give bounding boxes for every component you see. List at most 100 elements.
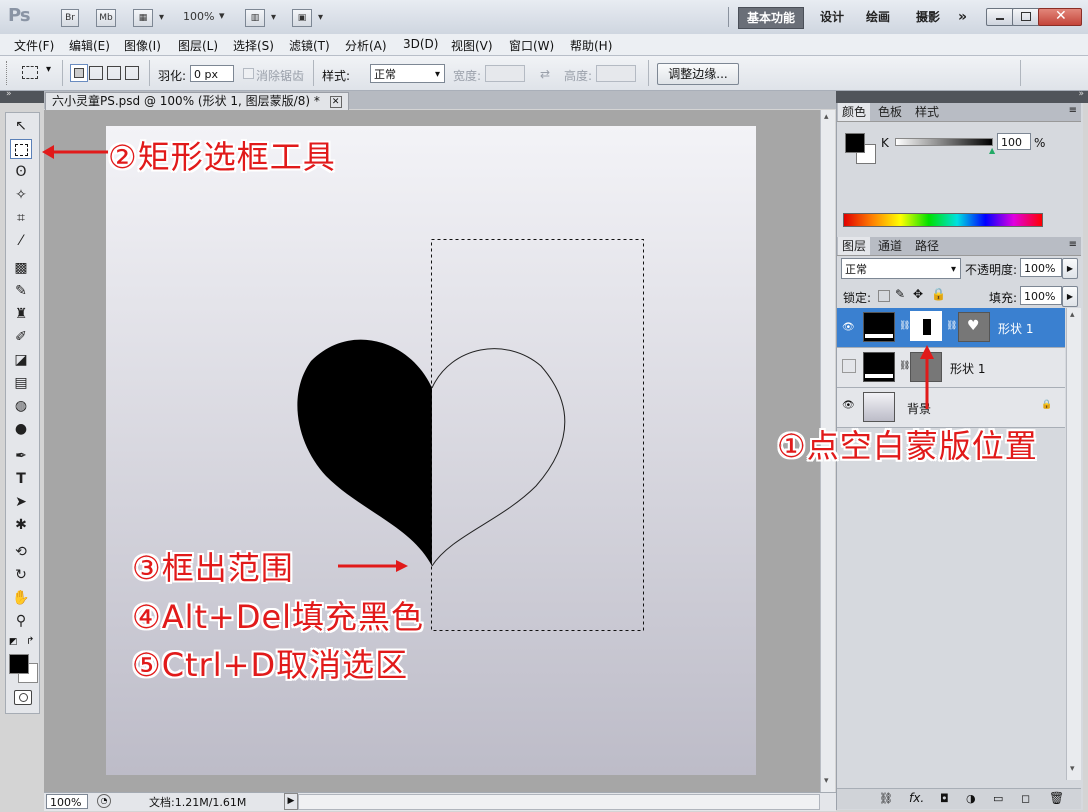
blur-tool-icon[interactable]: ◍ bbox=[10, 396, 32, 416]
vector-mask-thumbnail[interactable]: ♥ bbox=[958, 312, 990, 342]
lock-all-icon[interactable]: 🔒 bbox=[931, 287, 946, 301]
view-extras-button[interactable]: ▦ bbox=[133, 9, 164, 27]
opacity-input[interactable]: 100% bbox=[1020, 258, 1062, 277]
layer-mask-thumbnail[interactable] bbox=[910, 311, 942, 341]
add-mask-icon[interactable]: ◘ bbox=[940, 792, 949, 805]
opacity-slider-button[interactable]: ▶ bbox=[1062, 258, 1078, 279]
hand-tool-icon[interactable]: ✋ bbox=[10, 588, 32, 608]
intersect-selection-button[interactable] bbox=[125, 66, 139, 80]
lock-position-icon[interactable]: ✥ bbox=[913, 287, 923, 301]
link-icon[interactable]: ⛓ bbox=[899, 321, 910, 331]
tool-preset-picker[interactable] bbox=[22, 66, 38, 79]
layers-scrollbar[interactable]: ▴ ▾ bbox=[1066, 308, 1081, 780]
link-layers-icon[interactable]: ⛓ bbox=[879, 792, 893, 805]
add-to-selection-button[interactable] bbox=[89, 66, 103, 80]
menu-3d[interactable]: 3D(D) bbox=[403, 37, 438, 51]
collapse-icon[interactable]: » bbox=[6, 89, 12, 99]
new-layer-icon[interactable]: ◻ bbox=[1021, 792, 1030, 805]
foreground-color-swatch-top[interactable] bbox=[9, 654, 29, 674]
link-icon[interactable]: ⛓ bbox=[946, 321, 957, 331]
visibility-toggle-empty[interactable] bbox=[842, 359, 856, 373]
minimize-button[interactable] bbox=[986, 8, 1014, 26]
default-colors-icon[interactable]: ◩ bbox=[9, 637, 18, 647]
menu-select[interactable]: 选择(S) bbox=[233, 37, 274, 54]
chevron-down-icon[interactable]: ▾ bbox=[219, 9, 225, 22]
eraser-tool-icon[interactable]: ◪ bbox=[10, 350, 32, 370]
workspace-photography[interactable]: 摄影 bbox=[908, 7, 948, 27]
layer-row-shape1[interactable]: ⛓ 形状 1 bbox=[837, 348, 1065, 388]
document-tab[interactable]: 六小灵童PS.psd @ 100% (形状 1, 图层蒙版/8) * ✕ bbox=[45, 92, 349, 110]
new-group-icon[interactable]: ▭ bbox=[993, 792, 1003, 805]
menu-layer[interactable]: 图层(L) bbox=[178, 37, 218, 54]
arrange-documents-button[interactable]: ▥ bbox=[245, 9, 276, 27]
3d-orbit-tool-icon[interactable]: ↻ bbox=[10, 565, 32, 585]
layer-thumbnail[interactable] bbox=[863, 392, 895, 422]
screen-mode-button[interactable]: ▣ bbox=[292, 9, 323, 27]
feather-input[interactable]: 0 px bbox=[190, 65, 234, 82]
layer-name[interactable]: 形状 1 bbox=[950, 360, 985, 377]
layer-thumbnail[interactable] bbox=[863, 312, 895, 342]
zoom-level-select[interactable]: 100% bbox=[183, 10, 214, 23]
scroll-up-icon[interactable]: ▴ bbox=[1070, 310, 1075, 320]
menu-filter[interactable]: 滤镜(T) bbox=[289, 37, 330, 54]
layer-thumbnail[interactable] bbox=[863, 352, 895, 382]
menu-edit[interactable]: 编辑(E) bbox=[69, 37, 110, 54]
refine-edge-button[interactable]: 调整边缘... bbox=[657, 63, 739, 85]
zoom-tool-icon[interactable]: ⚲ bbox=[10, 611, 32, 631]
spot-healing-tool-icon[interactable]: ▩ bbox=[10, 258, 32, 278]
menu-window[interactable]: 窗口(W) bbox=[509, 37, 554, 54]
dodge-tool-icon[interactable]: ● bbox=[10, 419, 32, 439]
restore-button[interactable] bbox=[1012, 8, 1040, 26]
custom-shape-tool-icon[interactable]: ✱ bbox=[10, 515, 32, 535]
fill-input[interactable]: 100% bbox=[1020, 286, 1062, 305]
move-tool-icon[interactable]: ↖ bbox=[10, 116, 32, 136]
workspace-design[interactable]: 设计 bbox=[812, 7, 852, 27]
eyedropper-tool-icon[interactable]: ⁄ bbox=[10, 231, 32, 251]
tab-layers[interactable]: 图层 bbox=[838, 237, 871, 255]
panel-menu-icon[interactable]: ≡ bbox=[1069, 105, 1077, 116]
eye-icon[interactable]: 👁 bbox=[842, 322, 855, 333]
antialias-checkbox[interactable] bbox=[243, 68, 254, 79]
3d-rotate-tool-icon[interactable]: ⟲ bbox=[10, 542, 32, 562]
k-slider-thumb[interactable]: ▲ bbox=[989, 146, 995, 155]
brush-tool-icon[interactable]: ✎ bbox=[10, 281, 32, 301]
gradient-tool-icon[interactable]: ▤ bbox=[10, 373, 32, 393]
status-zoom-input[interactable]: 100% bbox=[46, 794, 88, 809]
close-window-button[interactable]: ✕ bbox=[1038, 8, 1082, 26]
horizontal-scrollbar[interactable] bbox=[298, 794, 820, 810]
tab-channels[interactable]: 通道 bbox=[874, 237, 906, 255]
scroll-down-icon[interactable]: ▾ bbox=[824, 776, 829, 786]
history-brush-tool-icon[interactable]: ✐ bbox=[10, 327, 32, 347]
eye-icon[interactable]: 👁 bbox=[842, 400, 855, 411]
close-icon[interactable]: ✕ bbox=[329, 96, 342, 108]
swap-icon[interactable]: ⇄ bbox=[540, 67, 550, 81]
crop-tool-icon[interactable]: ⌗ bbox=[10, 208, 32, 228]
blend-mode-select[interactable]: 正常 ▾ bbox=[841, 258, 961, 279]
more-workspaces-button[interactable]: » bbox=[950, 7, 975, 27]
quick-mask-button[interactable] bbox=[14, 690, 32, 705]
fx-icon[interactable]: fx. bbox=[909, 791, 924, 805]
workspace-painting[interactable]: 绘画 bbox=[858, 7, 898, 27]
workspace-essentials[interactable]: 基本功能 bbox=[738, 7, 805, 29]
status-menu-arrow-icon[interactable]: ▶ bbox=[284, 793, 298, 810]
height-input[interactable] bbox=[596, 65, 636, 82]
rectangular-marquee-tool-icon[interactable] bbox=[10, 139, 32, 159]
link-icon[interactable]: ⛓ bbox=[899, 361, 910, 371]
collapse-panels-icon[interactable]: » bbox=[1078, 89, 1084, 99]
layer-name[interactable]: 形状 1 bbox=[998, 320, 1033, 337]
mini-bridge-button[interactable]: Mb bbox=[96, 9, 116, 27]
lock-transparent-icon[interactable] bbox=[878, 290, 890, 302]
type-tool-icon[interactable]: T bbox=[10, 469, 32, 489]
lasso-tool-icon[interactable]: ʘ bbox=[10, 162, 32, 182]
menu-analysis[interactable]: 分析(A) bbox=[345, 37, 387, 54]
panel-menu-icon[interactable]: ≡ bbox=[1069, 239, 1077, 250]
tab-swatches[interactable]: 色板 bbox=[874, 103, 906, 121]
tab-styles[interactable]: 样式 bbox=[911, 103, 943, 121]
k-slider-track[interactable] bbox=[895, 138, 993, 146]
subtract-from-selection-button[interactable] bbox=[107, 66, 121, 80]
pen-tool-icon[interactable]: ✒ bbox=[10, 446, 32, 466]
quick-selection-tool-icon[interactable]: ✧ bbox=[10, 185, 32, 205]
width-input[interactable] bbox=[485, 65, 525, 82]
layer-row-shape1-selected[interactable]: 👁 ⛓ ⛓ ♥ 形状 1 bbox=[837, 308, 1065, 348]
style-select[interactable]: 正常 ▾ bbox=[370, 64, 445, 83]
